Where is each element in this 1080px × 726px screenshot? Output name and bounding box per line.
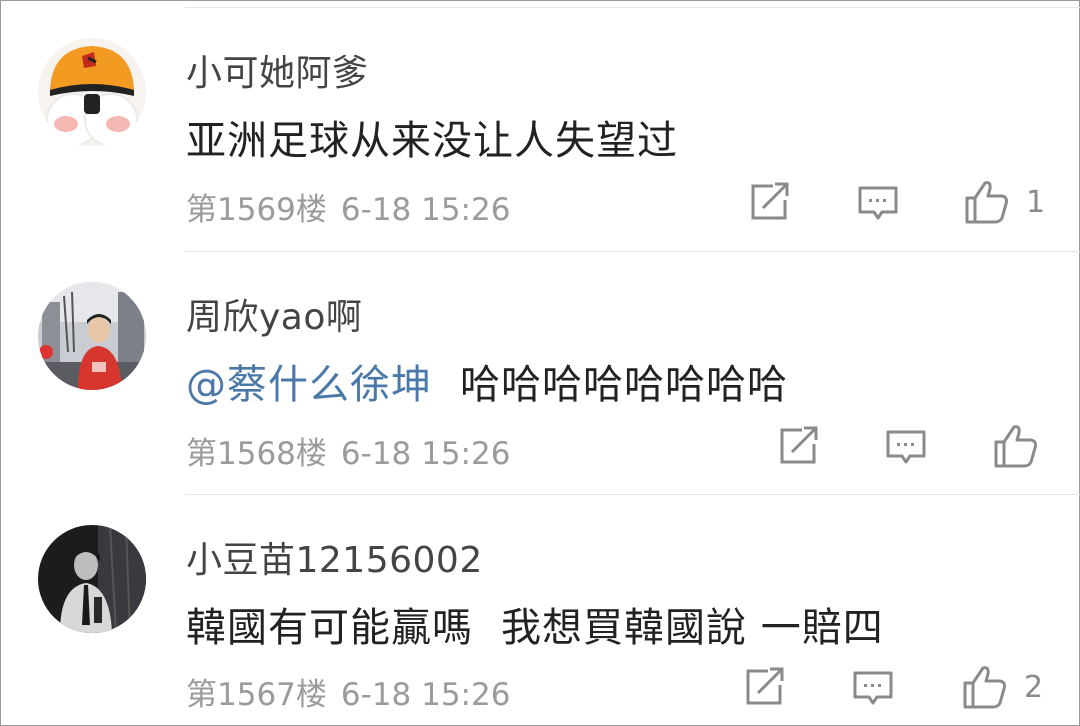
share-icon xyxy=(780,426,818,464)
comment-item: 小豆苗12156002 韓國有可能贏嗎 我想買韓國說 一賠四 第1567楼 6-18… xyxy=(0,495,1080,726)
comment-body: 韓國有可能贏嗎 xyxy=(186,605,473,651)
timestamp: 6-18 15:26 xyxy=(340,436,511,472)
username[interactable]: 小可她阿爹 xyxy=(186,44,369,96)
like-count: 2 xyxy=(1024,669,1044,705)
comment-icon xyxy=(858,186,898,220)
comment-meta: 第1568楼 6-18 15:26 xyxy=(186,428,510,473)
comment-text: @蔡什么徐坤 哈哈哈哈哈哈哈哈 xyxy=(186,352,788,410)
comment-text: 韓國有可能贏嗎 我想買韓國說 一賠四 xyxy=(186,595,884,653)
comment-item: 小可她阿爹 亚洲足球从来没让人失望过 第1569楼 6-18 15:26 1 xyxy=(0,0,1080,250)
avatar[interactable] xyxy=(38,525,146,633)
share-button[interactable] xyxy=(744,667,786,707)
comment-body: 哈哈哈哈哈哈哈哈 xyxy=(460,362,788,408)
reply-button[interactable] xyxy=(886,428,926,468)
thumbs-up-icon xyxy=(963,666,1006,709)
comment-meta: 第1569楼 6-18 15:26 xyxy=(186,184,510,229)
timestamp: 6-18 15:26 xyxy=(340,192,511,228)
floor-number: 第1568楼 xyxy=(186,436,327,472)
like-button[interactable]: 1 xyxy=(964,180,1045,224)
avatar[interactable] xyxy=(38,38,146,146)
comment-body: 我想買韓國說 一賠四 xyxy=(501,605,884,651)
mention-link[interactable]: @蔡什么徐坤 xyxy=(186,362,432,408)
username[interactable]: 周欣yao啊 xyxy=(186,288,362,340)
thumbs-up-icon xyxy=(994,425,1037,468)
floor-number: 第1569楼 xyxy=(186,192,327,228)
share-button[interactable] xyxy=(778,426,820,466)
share-icon xyxy=(751,182,789,220)
reply-button[interactable] xyxy=(853,669,893,709)
share-icon xyxy=(746,667,784,705)
comment-text: 亚洲足球从来没让人失望过 xyxy=(186,118,678,164)
comment-item: 周欣yao啊 @蔡什么徐坤 哈哈哈哈哈哈哈哈 第1568楼 6-18 15:26 xyxy=(0,252,1080,494)
like-count: 1 xyxy=(1026,184,1046,220)
comment-icon xyxy=(853,671,893,705)
thumbs-up-icon xyxy=(965,181,1008,224)
reply-button[interactable] xyxy=(858,184,898,224)
floor-number: 第1567楼 xyxy=(186,677,327,713)
share-button[interactable] xyxy=(749,182,791,222)
avatar[interactable] xyxy=(38,282,146,390)
like-button[interactable]: 2 xyxy=(962,665,1043,709)
comment-meta: 第1567楼 6-18 15:26 xyxy=(186,669,510,714)
timestamp: 6-18 15:26 xyxy=(340,677,511,713)
like-button[interactable] xyxy=(993,424,1055,468)
comment-icon xyxy=(886,430,926,464)
username[interactable]: 小豆苗12156002 xyxy=(186,531,483,583)
